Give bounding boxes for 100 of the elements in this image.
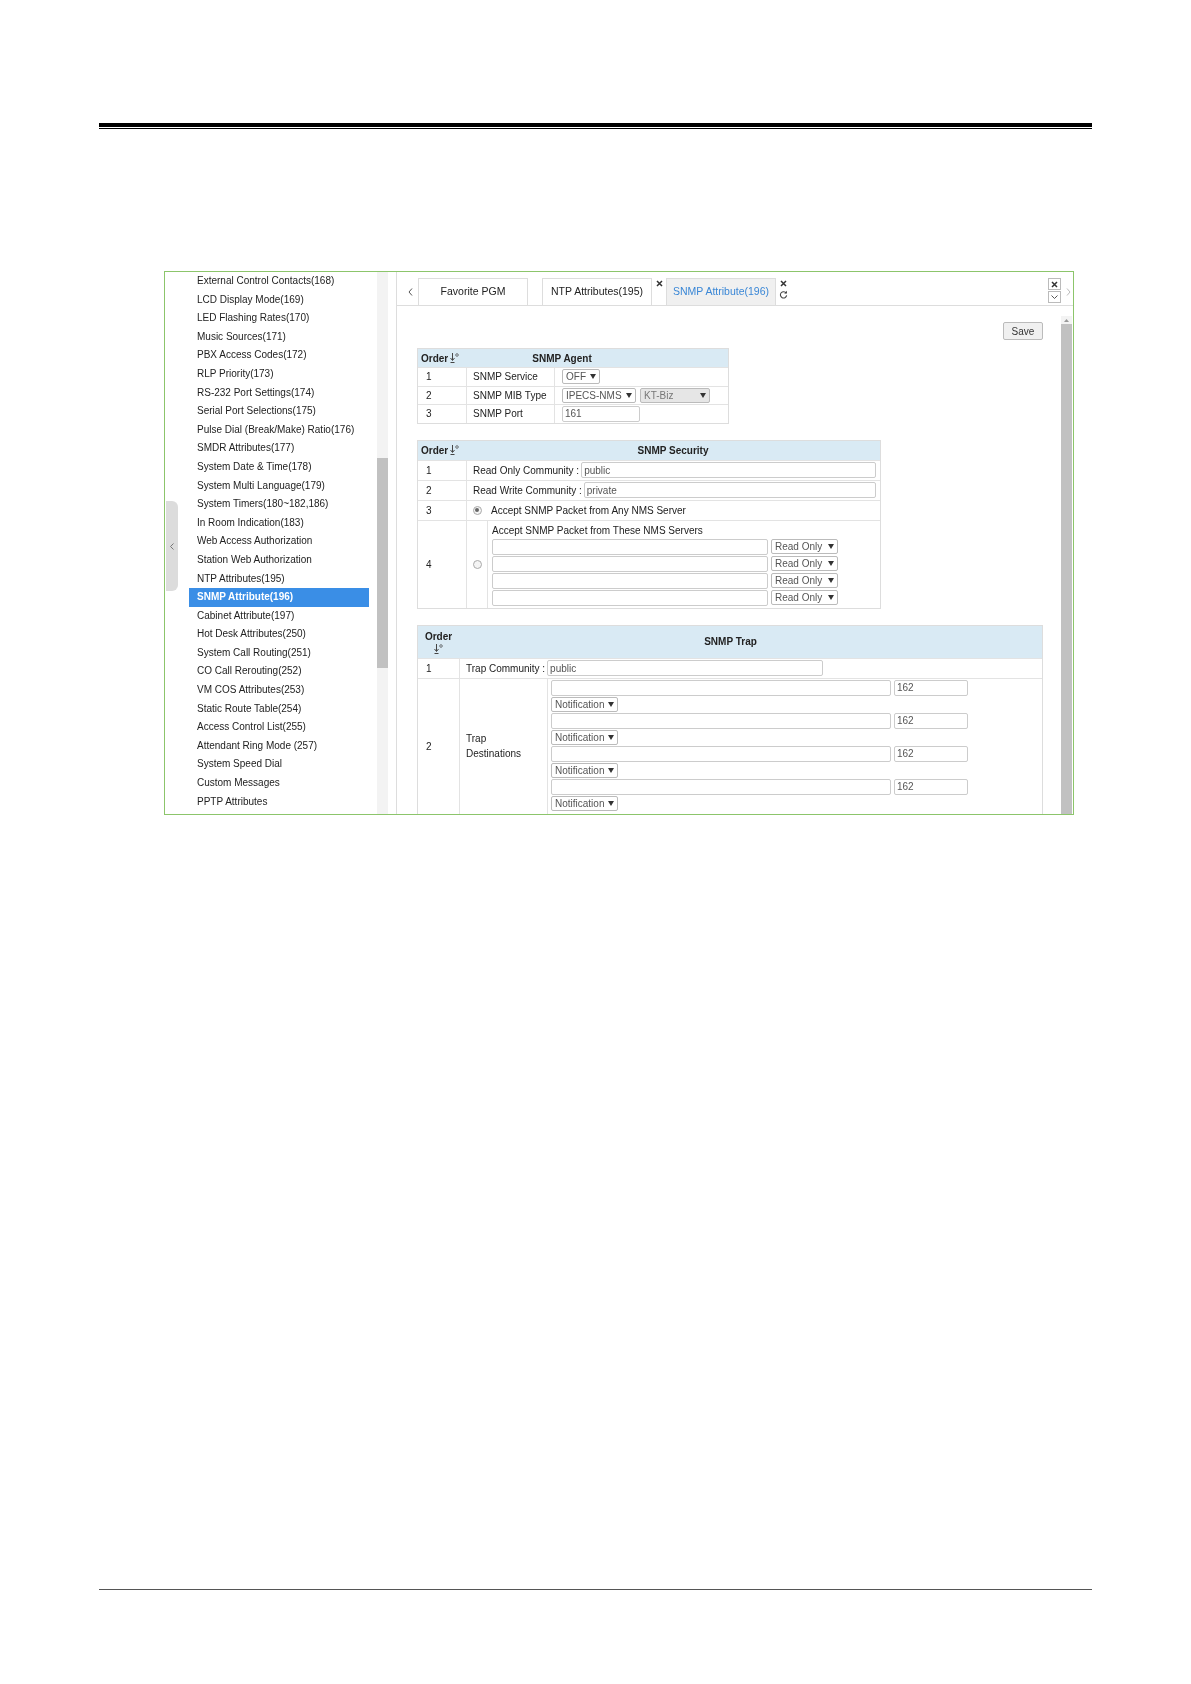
sidebar-item[interactable]: Custom Messages bbox=[189, 774, 369, 793]
order-number: 2 bbox=[425, 483, 433, 498]
scrollbar-thumb[interactable] bbox=[376, 458, 388, 668]
order-number: 1 bbox=[425, 661, 433, 676]
destination-address-field[interactable] bbox=[551, 745, 891, 762]
sidebar-item[interactable]: Cabinet Attribute(197) bbox=[189, 606, 369, 626]
sidebar-item[interactable]: CO Call Rerouting(252) bbox=[189, 662, 369, 682]
order-number: 3 bbox=[425, 407, 433, 422]
dropdown[interactable]: Notification bbox=[551, 762, 618, 778]
sidebar-item[interactable]: Access Control List(255) bbox=[189, 718, 369, 737]
sidebar-item[interactable]: LCD Display Mode(169) bbox=[189, 290, 369, 310]
caret-icon bbox=[626, 392, 632, 398]
caret-icon bbox=[590, 374, 596, 380]
sidebar-item[interactable]: Pulse Dial (Break/Make) Ratio(176) bbox=[189, 420, 369, 440]
sidebar-item[interactable]: System Timers(180~182,186) bbox=[189, 495, 369, 514]
server-address-field[interactable] bbox=[492, 538, 768, 555]
scroll-right-icon[interactable] bbox=[1066, 288, 1071, 296]
sidebar-item[interactable]: In Room Indication(183) bbox=[189, 513, 369, 533]
dropdown[interactable]: Read Only bbox=[771, 572, 838, 588]
order-number: 2 bbox=[425, 388, 433, 403]
order-number: 3 bbox=[425, 503, 433, 518]
column-header: Order bbox=[421, 443, 449, 458]
dropdown[interactable]: Read Only bbox=[771, 589, 838, 605]
input-field[interactable]: private bbox=[583, 482, 876, 498]
caret-icon bbox=[700, 392, 706, 398]
sidebar-item[interactable]: System Multi Language(179) bbox=[189, 476, 369, 496]
close-icon[interactable] bbox=[655, 280, 663, 287]
sidebar-item[interactable]: Hot Desk Attributes(250) bbox=[189, 625, 369, 644]
field-label: Trap Community : bbox=[466, 661, 546, 676]
server-address-field[interactable] bbox=[492, 572, 768, 589]
column-header: SNMP Agent bbox=[531, 351, 593, 366]
order-number: 2 bbox=[425, 739, 433, 754]
caret-icon bbox=[608, 734, 614, 740]
sidebar-item[interactable]: LED Flashing Rates(170) bbox=[189, 309, 369, 328]
collapse-handle[interactable] bbox=[166, 501, 178, 591]
caret-icon bbox=[608, 701, 614, 707]
port-field[interactable]: 162 bbox=[894, 745, 968, 762]
sidebar-item[interactable]: Music Sources(171) bbox=[189, 327, 369, 347]
server-address-field[interactable] bbox=[492, 589, 768, 606]
sort-icon[interactable] bbox=[450, 445, 460, 455]
scroll-left-icon[interactable] bbox=[408, 288, 413, 296]
sidebar-item[interactable]: NTP Attributes(195) bbox=[189, 569, 369, 589]
dropdown[interactable]: Read Only bbox=[771, 555, 838, 571]
sidebar-item[interactable]: Web Access Authorization bbox=[189, 532, 369, 551]
tab[interactable]: Favorite PGM bbox=[418, 278, 528, 305]
dropdown-icon[interactable] bbox=[1048, 291, 1061, 303]
sidebar-item[interactable]: System Call Routing(251) bbox=[189, 643, 369, 663]
sidebar-item[interactable]: VM COS Attributes(253) bbox=[189, 681, 369, 700]
sort-icon[interactable] bbox=[450, 353, 460, 363]
refresh-icon[interactable] bbox=[778, 290, 788, 299]
port-field[interactable]: 162 bbox=[894, 679, 968, 696]
sidebar-item[interactable]: PPTP Attributes bbox=[189, 792, 369, 812]
sidebar-item[interactable]: System Date & Time(178) bbox=[189, 457, 369, 477]
scrollbar-thumb[interactable] bbox=[1061, 324, 1072, 814]
sidebar-item[interactable]: RLP Priority(173) bbox=[189, 364, 369, 384]
dropdown[interactable]: Notification bbox=[551, 696, 618, 712]
column-header: Order bbox=[424, 630, 453, 644]
field-label: SNMP Service bbox=[466, 368, 554, 386]
order-number: 1 bbox=[425, 463, 433, 478]
dropdown[interactable]: Notification bbox=[551, 795, 618, 811]
port-field[interactable]: 162 bbox=[894, 712, 968, 729]
destination-address-field[interactable] bbox=[551, 778, 891, 795]
dropdown[interactable]: OFF bbox=[562, 369, 600, 385]
sort-icon[interactable] bbox=[434, 644, 443, 654]
sidebar-item[interactable]: Static Route Table(254) bbox=[189, 699, 369, 719]
column-header: SNMP Trap bbox=[703, 635, 758, 649]
sidebar-item[interactable]: Serial Port Selections(175) bbox=[189, 402, 369, 421]
close-icon[interactable] bbox=[779, 280, 787, 287]
sidebar-item[interactable]: Attendant Ring Mode (257) bbox=[189, 736, 369, 756]
sidebar-item[interactable]: PBX Access Codes(172) bbox=[189, 346, 369, 365]
caret-icon bbox=[828, 594, 834, 600]
field-label: SNMP MIB Type bbox=[466, 386, 554, 404]
sidebar-item[interactable]: RS-232 Port Settings(174) bbox=[189, 383, 369, 403]
order-number: 4 bbox=[425, 557, 433, 572]
save-button[interactable]: Save bbox=[1003, 322, 1043, 340]
sidebar-item[interactable]: External Control Contacts(168) bbox=[189, 272, 369, 291]
sidebar-item[interactable]: System Speed Dial bbox=[189, 755, 369, 775]
order-number: 1 bbox=[425, 370, 433, 385]
dropdown[interactable]: IPECS-NMS bbox=[562, 387, 636, 403]
input-field[interactable]: public bbox=[547, 660, 824, 676]
destination-address-field[interactable] bbox=[551, 712, 891, 729]
field-label: Read Only Community : bbox=[473, 463, 580, 478]
caret-icon bbox=[828, 543, 834, 549]
option-label: Accept SNMP Packet from These NMS Servers bbox=[492, 523, 704, 538]
option-label: Accept SNMP Packet from Any NMS Server bbox=[491, 503, 687, 518]
input-field[interactable]: public bbox=[581, 462, 876, 478]
field-label: Trap Destinations bbox=[466, 732, 523, 762]
radio-button[interactable] bbox=[472, 559, 482, 569]
port-field[interactable]: 162 bbox=[894, 778, 968, 795]
sidebar-item[interactable]: SMDR Attributes(177) bbox=[189, 439, 369, 458]
destination-address-field[interactable] bbox=[551, 679, 891, 696]
tab[interactable]: NTP Attributes(195) bbox=[542, 278, 652, 305]
dropdown[interactable]: Read Only bbox=[771, 538, 838, 554]
radio-button[interactable] bbox=[472, 505, 482, 515]
dropdown[interactable]: Notification bbox=[551, 729, 618, 745]
caret-icon bbox=[828, 577, 834, 583]
server-address-field[interactable] bbox=[492, 555, 768, 572]
field-label: SNMP Port bbox=[466, 405, 554, 423]
input-field[interactable]: 161 bbox=[562, 405, 640, 422]
sidebar-item[interactable]: Station Web Authorization bbox=[189, 550, 369, 570]
